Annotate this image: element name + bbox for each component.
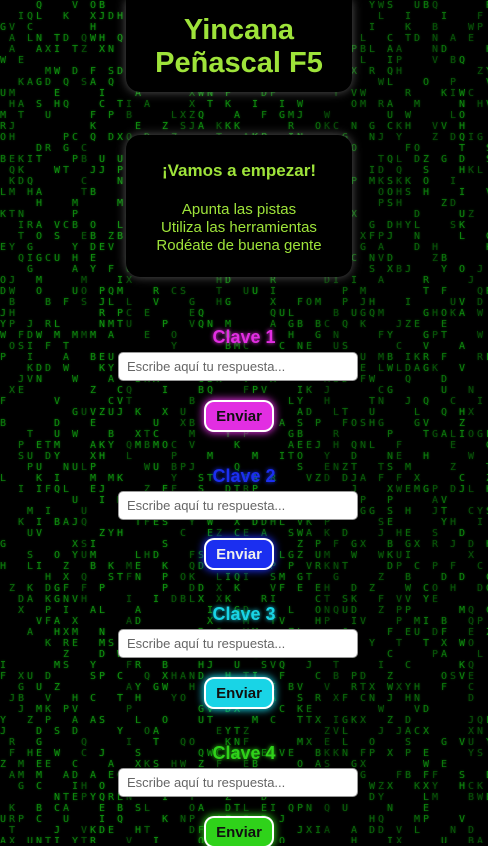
rain-column: I B W A E G C H U P S K X M N G T L E N … — [135, 33, 142, 836]
clave-1-label: Clave 1 — [212, 327, 276, 347]
rain-column: I K T R W H F K S Y J I Z I D Q J M E H … — [405, 11, 412, 781]
rain-column: S C A I Q L A U C Q S O S D J D X Y B W … — [387, 0, 394, 843]
rain-column: T H X S W I E A K E P R S U X P C O B W … — [180, 66, 187, 825]
title-line-1: Yincana — [183, 14, 295, 46]
intro-heading: ¡Vamos a empezar! — [161, 161, 316, 180]
rain-column: N G W O A J M Y P P Q S D T F Z D Z D T … — [342, 55, 349, 814]
clave-2-answer-input[interactable] — [118, 491, 358, 520]
clave-2-label: Clave 2 — [212, 466, 276, 486]
rain-column: L W K B L N D C X J H Y E D P K M K H T … — [324, 22, 331, 836]
rain-column: X M D U R C B R F D T D F I H D K P F K … — [45, 44, 52, 843]
rain-column: Q L N A G S D T A H A O G M O W D N E U … — [36, 0, 43, 843]
rain-column: D N S Q P D Z V F Q L M A U Y A C U B Y … — [108, 11, 115, 836]
rain-column: Q W N O H Q T D H I U K L O V A A V H Z … — [459, 55, 466, 825]
rain-column: G W U M R O B L K E O D J Y W P F B L G … — [0, 22, 7, 843]
clave-3-label: Clave 3 — [212, 604, 276, 624]
clave-1-send-button[interactable]: Enviar — [206, 402, 272, 430]
rain-column: X W G I J O E L K D E V V K A V T J E T … — [306, 22, 313, 836]
rain-column: V A A M H J H E Q K M T Y J W B H P O X … — [9, 22, 16, 843]
rain-column: W E C I K Z J N X O W L C D X Q Q E O Q … — [468, 22, 475, 843]
rain-column: F Z G A D P J T A Z N U E E S K T B W Z … — [144, 0, 151, 836]
rain-column: Q B N N V V Z H Z H P K G P A J S R P O … — [432, 0, 439, 803]
rain-column: H Q D T X U P N M L B I M P T C V J K K … — [117, 11, 124, 825]
rain-column: A R T C M U U I B N U W S L R H N E F N … — [333, 22, 340, 792]
rain-column: A P H K Y L Q K H H H B J C L F E F W H … — [396, 44, 403, 843]
rain-column: D C T A T W Q A T M O W Q Q X T C B S S … — [198, 0, 205, 843]
title-line-2: Peñascal F5 — [155, 47, 323, 79]
rain-column: L B L W M X G M J G K U E F S N A P G X … — [360, 33, 367, 781]
rain-column: U W V P X S X X Z J Y K N B G E V A B B … — [189, 0, 196, 836]
rain-column: O X H W F A F K Q J B O B D E Y M B Z V … — [90, 0, 97, 843]
clave-3-answer-input[interactable] — [118, 629, 358, 658]
rain-column: L Q W E L Z N V C O Y C C P B Y F H M D … — [171, 0, 178, 770]
rain-column: S G C O L M P M B G B P J Z P U R E C O … — [315, 44, 322, 836]
rain-column: X W M R I L W W A L G H L G A T E S G P … — [288, 55, 295, 814]
clave-4-send-button[interactable]: Enviar — [206, 818, 272, 846]
intro-line: Apunta las pistas — [181, 201, 297, 218]
rain-column: F P Z H G L J Q D W W R I G Y I C D P L … — [477, 11, 484, 843]
rain-column: B O Z S O H R T G G V R G Q V T H G C Y … — [423, 0, 430, 825]
rain-column: W L W R J T D K O P P A V A M F M L C N … — [378, 0, 385, 836]
rain-column: I E K A T K K D N I T Q F S J E P S I K … — [18, 11, 25, 825]
rain-column: B G R W J N E W W V F B N B J I Y A S B … — [297, 11, 304, 836]
clave-1-answer-input[interactable] — [118, 352, 358, 381]
rain-column: V T D C P M P B Y H A U M W G W U U J X … — [72, 0, 79, 843]
title-card: Yincana Peñascal F5 — [126, 0, 352, 92]
rain-column: J E C I G Z K K W Y Q Q U C U A I R L L … — [279, 33, 286, 843]
rain-column: Q C L A I Q H R G I G J D I I K V T U P … — [27, 11, 34, 843]
rain-column: Y X I B Q A S G C U X L C U L Q T Q L Y … — [126, 0, 133, 843]
rain-column: Y I L R G N I M G F N S H Q W T U H L G … — [369, 0, 376, 836]
rain-column: A Y N B L N B A X R V Y K A U C M U E D … — [153, 0, 160, 843]
rain-column: Q Z S C B C T E M O S M U L U Q S U Q F … — [81, 33, 88, 843]
clave-4-label: Clave 4 — [212, 743, 276, 763]
rain-column: I D K V G Z B Y F O E T F D U Q A V T Y … — [441, 11, 448, 843]
rain-column: P X V O N O P X C I U X O Q D T J J G W … — [351, 44, 358, 843]
rain-column: T I W E H W V S U L M V D U M Y I Q B O … — [54, 33, 61, 843]
clave-4-answer-input[interactable] — [118, 768, 358, 797]
clave-3-send-button[interactable]: Enviar — [206, 679, 272, 707]
clave-2-send-button[interactable]: Enviar — [206, 540, 272, 568]
rain-column: B J H X I C U J E P J R N E K Z K H J I … — [99, 0, 106, 836]
rain-column: U D M O D D L N D E K A L G X M X C M U … — [414, 0, 421, 836]
intro-line: Rodéate de buena gente — [156, 237, 322, 254]
rain-column: A B P I L D I D S U K C L E Z D H J F H … — [450, 33, 457, 836]
page-title: Yincana Peñascal F5 — [126, 14, 352, 80]
intro-card: ¡Vamos a empezar! Apunta las pistas Util… — [126, 135, 352, 277]
intro-line: Utiliza las herramientas — [161, 219, 317, 236]
rain-column: M L F Z A M U I P Y I X O E Y S S K P P … — [162, 0, 169, 825]
rain-column: K D Q Q P G T C F T A W N L A Z X F N I … — [63, 11, 70, 825]
